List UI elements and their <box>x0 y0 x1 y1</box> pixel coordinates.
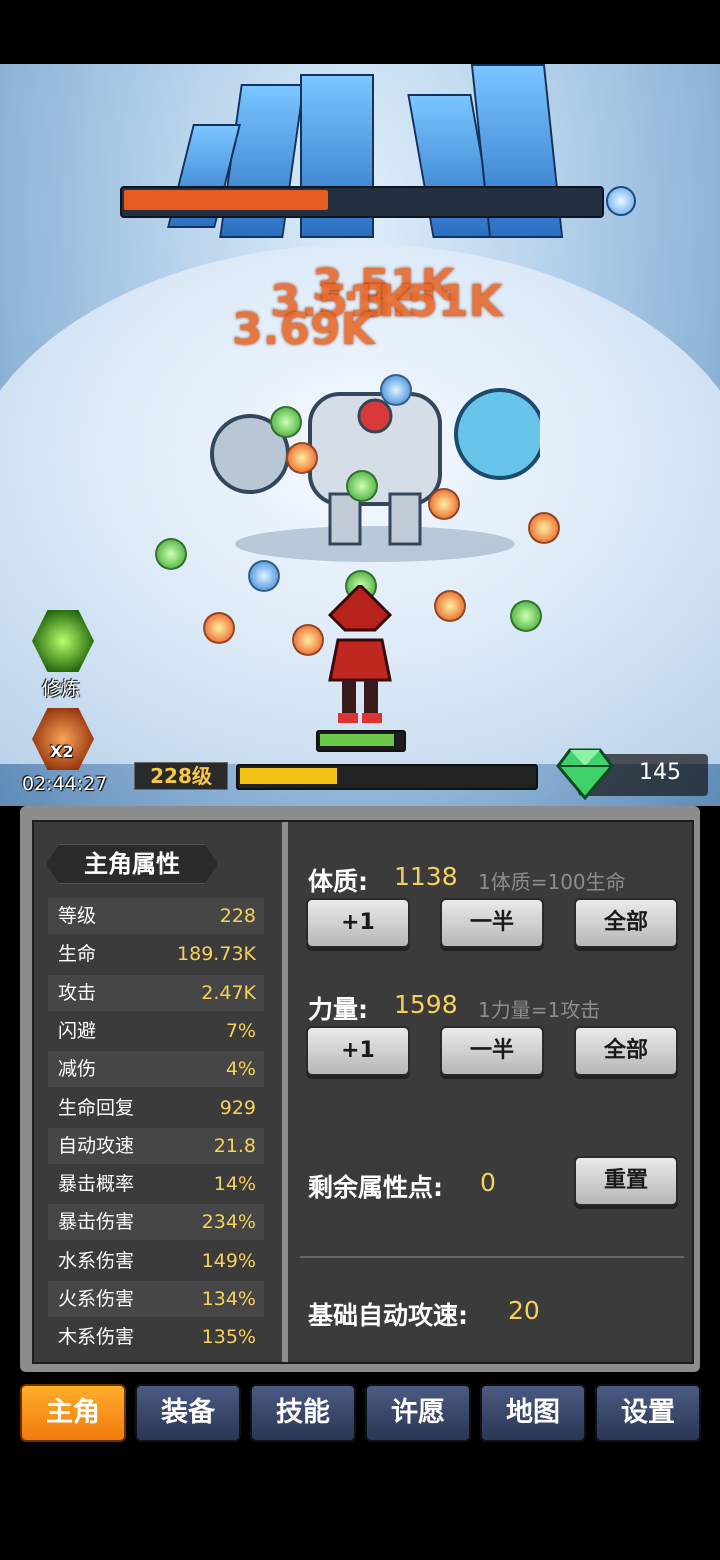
tab-wish[interactable]: 许愿 <box>365 1384 471 1442</box>
strength-value: 1598 <box>394 990 458 1019</box>
hero-health-bar <box>316 730 406 752</box>
stat-row: 生命回复 929 <box>48 1090 264 1126</box>
base-attack-speed-label: 基础自动攻速: <box>308 1301 468 1330</box>
water-orb <box>380 374 412 406</box>
wood-orb <box>510 600 542 632</box>
stat-value: 149% <box>201 1249 256 1272</box>
fire-orb <box>428 488 460 520</box>
constitution-plus-one-button[interactable]: +1 <box>306 898 410 948</box>
cultivation-label[interactable]: 修炼 <box>42 674 80 701</box>
stat-value: 4% <box>225 1058 256 1081</box>
stat-row: 水系伤害 149% <box>48 1243 264 1279</box>
stat-row: 暴击伤害 234% <box>48 1204 264 1241</box>
stat-value: 929 <box>219 1096 256 1119</box>
boss-health-fill <box>124 190 328 210</box>
constitution-all-button[interactable]: 全部 <box>574 898 678 948</box>
frost-element-icon <box>606 186 636 216</box>
stat-name: 暴击伤害 <box>58 1211 135 1234</box>
stat-row: 火系伤害 134% <box>48 1281 264 1317</box>
stat-value: 228 <box>219 905 256 927</box>
stat-value: 14% <box>213 1173 256 1196</box>
stat-value: 189.73K <box>177 943 256 966</box>
fire-orb <box>203 612 235 644</box>
wood-orb <box>346 470 378 502</box>
stat-name: 生命 <box>58 943 97 966</box>
hero-character <box>327 585 393 723</box>
stat-row: 暴击概率 14% <box>48 1166 264 1202</box>
emerald-gem-icon <box>556 748 614 800</box>
tab-settings[interactable]: 设置 <box>595 1384 701 1442</box>
stat-row: 木系伤害 135% <box>48 1319 264 1355</box>
tab-map[interactable]: 地图 <box>480 1384 586 1442</box>
strength-half-button[interactable]: 一半 <box>440 1026 544 1076</box>
stat-value: 7% <box>225 1019 256 1042</box>
stats-column: 主角属性 等级 228 生命 189.73K 攻击 2.47K 闪避 7% 减伤 4% 生命回复 92… <box>34 822 284 1362</box>
stat-value: 134% <box>201 1288 256 1310</box>
strength-plus-one-button[interactable]: +1 <box>306 1026 410 1076</box>
constitution-half-button[interactable]: 一半 <box>440 898 544 948</box>
stat-row: 等级 228 <box>48 898 264 934</box>
constitution-label: 体质: <box>308 867 368 896</box>
stat-value: 2.47K <box>201 981 256 1004</box>
strength-all-button[interactable]: 全部 <box>574 1026 678 1076</box>
base-attack-speed-value: 20 <box>508 1296 540 1325</box>
constitution-value: 1138 <box>394 862 458 891</box>
reset-button[interactable]: 重置 <box>574 1156 678 1206</box>
fire-orb <box>528 512 560 544</box>
stat-row: 减伤 4% <box>48 1051 264 1088</box>
level-tag: 228级 <box>134 762 228 790</box>
battle-scene: 3.51K 3.51K 3.51K 3.69K <box>0 64 720 806</box>
stat-name: 减伤 <box>58 1058 97 1081</box>
damage-number: 3.69K <box>232 304 375 355</box>
tab-hero[interactable]: 主角 <box>20 1384 126 1442</box>
water-orb <box>248 560 280 592</box>
remaining-points-value: 0 <box>480 1168 496 1197</box>
stat-name: 生命回复 <box>58 1096 135 1119</box>
xp-bar <box>236 764 538 790</box>
tab-skills[interactable]: 技能 <box>250 1384 356 1442</box>
bottom-tab-bar: 主角 装备 技能 许愿 地图 设置 <box>0 1380 720 1444</box>
fire-orb <box>434 590 466 622</box>
strength-hint: 1力量=1攻击 <box>478 998 601 1022</box>
constitution-hint: 1体质=100生命 <box>478 870 626 894</box>
stat-name: 闪避 <box>58 1019 97 1042</box>
tab-equipment[interactable]: 装备 <box>135 1384 241 1442</box>
stat-value: 234% <box>201 1211 256 1234</box>
stat-name: 等级 <box>58 905 97 927</box>
stat-value: 135% <box>201 1326 256 1349</box>
remaining-points-label: 剩余属性点: <box>308 1173 443 1202</box>
stat-name: 水系伤害 <box>58 1249 135 1272</box>
stat-name: 木系伤害 <box>58 1326 135 1349</box>
stat-name: 自动攻速 <box>58 1134 135 1157</box>
gem-count: 145 <box>639 760 681 785</box>
wood-orb <box>270 406 302 438</box>
hero-health-fill <box>320 734 394 746</box>
strength-label: 力量: <box>308 995 368 1024</box>
stat-value: 21.8 <box>213 1134 256 1157</box>
boss-health-bar <box>120 186 604 218</box>
fire-orb <box>286 442 318 474</box>
panel-inner: 主角属性 等级 228 生命 189.73K 攻击 2.47K 闪避 7% 减伤 4% 生命回复 92… <box>32 820 694 1364</box>
hero-attribute-panel: 主角属性 等级 228 生命 189.73K 攻击 2.47K 闪避 7% 减伤 4% 生命回复 92… <box>20 806 700 1372</box>
stat-name: 攻击 <box>58 981 97 1004</box>
xp-fill <box>240 768 337 784</box>
section-divider <box>300 1256 684 1258</box>
boost-timer: 02:44:27 <box>22 773 108 795</box>
wood-orb <box>155 538 187 570</box>
stat-row: 攻击 2.47K <box>48 974 264 1011</box>
panel-title: 主角属性 <box>46 844 218 884</box>
column-divider <box>282 822 288 1362</box>
ice-golem-boss[interactable] <box>210 354 540 564</box>
stat-row: 闪避 7% <box>48 1013 264 1049</box>
stat-row: 生命 189.73K <box>48 936 264 972</box>
stat-name: 火系伤害 <box>58 1288 135 1310</box>
double-speed-label: X2 <box>50 742 74 761</box>
stat-name: 暴击概率 <box>58 1173 135 1196</box>
stat-row: 自动攻速 21.8 <box>48 1127 264 1164</box>
